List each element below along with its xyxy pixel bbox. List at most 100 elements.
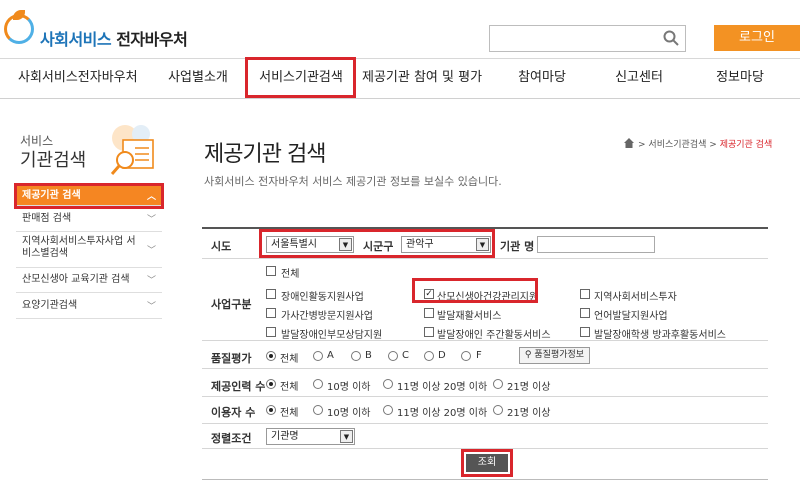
- chevron-down-icon: ﹀: [146, 214, 156, 225]
- staff-count-label: 제공인력 수: [211, 380, 266, 393]
- chevron-down-icon: ﹀: [146, 276, 156, 286]
- logo-sub-text: 전자바우처: [116, 30, 188, 49]
- submit-highlight-box: [461, 449, 513, 477]
- chevron-down-icon: ▼: [340, 430, 353, 443]
- radio-quality-all[interactable]: [266, 351, 276, 361]
- breadcrumb-sep: >: [638, 140, 646, 150]
- logo-main-text: 사회서비스: [40, 30, 112, 49]
- nav-provider-eval[interactable]: 제공기관 참여 및 평가: [362, 59, 482, 99]
- row-divider: [202, 368, 768, 369]
- biz-type-option: 발달재활서비스: [437, 311, 502, 322]
- checkbox-biz-type[interactable]: [266, 308, 276, 318]
- radio-user-11-20[interactable]: [383, 405, 393, 415]
- quality-info-button[interactable]: ⚲ 품질평가정보: [519, 347, 590, 364]
- biz-type-option: 장애인활동지원사업: [281, 292, 364, 303]
- staff-option: 11명 이상 20명 이하: [397, 382, 488, 393]
- search-input[interactable]: [489, 25, 686, 52]
- checkbox-biz-all[interactable]: [266, 266, 276, 276]
- quality-option: F: [476, 350, 482, 361]
- sido-label: 시도: [211, 240, 232, 253]
- nav-info[interactable]: 정보마당: [713, 59, 767, 99]
- quality-option: B: [365, 350, 372, 361]
- radio-staff-le10[interactable]: [313, 379, 323, 389]
- chevron-down-icon: ﹀: [146, 245, 156, 256]
- page-title: 제공기관 검색: [204, 142, 326, 167]
- radio-staff-all[interactable]: [266, 379, 276, 389]
- biz-type-option: 지역사회서비스투자: [594, 292, 677, 303]
- radio-quality-c[interactable]: [388, 351, 398, 361]
- radio-user-all[interactable]: [266, 405, 276, 415]
- user-option: 11명 이상 20명 이하: [397, 408, 488, 419]
- staff-option: 전체: [280, 382, 299, 393]
- lnb-title: 기관검색: [20, 150, 87, 171]
- chevron-down-icon: ﹀: [146, 301, 156, 312]
- user-option: 10명 이하: [327, 408, 371, 419]
- nav-report-center[interactable]: 신고센터: [612, 59, 666, 99]
- nav-voucher[interactable]: 사회서비스전자바우처: [18, 59, 138, 99]
- search-icon: ⚲: [524, 350, 532, 360]
- breadcrumb-sep: >: [709, 140, 717, 150]
- sort-value: 기관명: [271, 431, 299, 442]
- radio-staff-11-20[interactable]: [383, 379, 393, 389]
- quality-option: C: [402, 350, 409, 361]
- staff-option: 10명 이하: [327, 382, 371, 393]
- quality-info-label: 품질평가정보: [534, 350, 585, 360]
- magnifier-document-icon: [110, 125, 154, 175]
- user-count-label: 이용자 수: [211, 406, 256, 419]
- nav-highlight-box: [245, 57, 356, 98]
- checkbox-biz-type[interactable]: [580, 289, 590, 299]
- quality-option: 전체: [280, 354, 299, 365]
- checkbox-biz-type[interactable]: [266, 289, 276, 299]
- biz-type-label: 사업구분: [211, 298, 252, 311]
- biz-type-option: 발달장애인부모상담지원: [281, 330, 383, 341]
- biz-type-option: 발달장애학생 방과후활동서비스: [594, 330, 726, 341]
- main-nav: 사회서비스전자바우처 사업별소개 서비스기관검색 제공기관 참여 및 평가 참여…: [0, 59, 800, 99]
- org-name-input[interactable]: [537, 236, 655, 253]
- lnb-item-label: 산모신생아 교육기관 검색: [22, 274, 130, 285]
- region-highlight-box: [259, 229, 495, 258]
- lnb-item-care-facility[interactable]: 요양기관검색 ﹀: [16, 293, 162, 319]
- search-icon[interactable]: [663, 30, 679, 46]
- biz-all-label: 전체: [281, 269, 300, 280]
- quality-option: D: [438, 350, 446, 361]
- biz-type-option: 가사간병방문지원사업: [281, 311, 373, 322]
- lnb-item-maternity-edu[interactable]: 산모신생아 교육기관 검색 ﹀: [16, 268, 162, 293]
- lnb-item-label: 판매점 검색: [22, 213, 72, 224]
- biz-type-highlight-box: [412, 278, 538, 303]
- biz-type-option: 언어발달지원사업: [594, 311, 668, 322]
- biz-type-option: 발달장애인 주간활동서비스: [437, 330, 551, 341]
- quality-label: 품질평가: [211, 352, 252, 365]
- checkbox-biz-type[interactable]: [424, 327, 434, 337]
- row-divider: [202, 423, 768, 424]
- radio-quality-a[interactable]: [313, 351, 323, 361]
- breadcrumb: > 서비스기관검색 > 제공기관 검색: [638, 137, 772, 150]
- lnb-item-store-search[interactable]: 판매점 검색 ﹀: [16, 206, 162, 232]
- checkbox-biz-type[interactable]: [580, 327, 590, 337]
- sort-label: 정렬조건: [211, 432, 252, 445]
- nav-program-intro[interactable]: 사업별소개: [165, 59, 231, 99]
- org-name-label: 기관 명: [500, 240, 535, 253]
- radio-user-ge21[interactable]: [493, 405, 503, 415]
- checkbox-biz-type[interactable]: [580, 308, 590, 318]
- lnb-highlight-box: [14, 183, 164, 209]
- page-description: 사회서비스 전자바우처 서비스 제공기관 정보를 보실수 있습니다.: [204, 175, 502, 188]
- lnb-item-community-service[interactable]: 지역사회서비스투자사업 서비스별검색 ﹀: [16, 232, 162, 268]
- radio-quality-d[interactable]: [424, 351, 434, 361]
- nav-participation[interactable]: 참여마당: [515, 59, 569, 99]
- lnb-item-label: 요양기관검색: [22, 300, 78, 311]
- row-divider: [202, 396, 768, 397]
- breadcrumb-parent[interactable]: 서비스기관검색: [648, 140, 706, 150]
- checkbox-biz-type[interactable]: [266, 327, 276, 337]
- user-option: 21명 이상: [507, 408, 551, 419]
- site-logo[interactable]: 사회서비스 전자바우처: [40, 26, 188, 50]
- radio-staff-ge21[interactable]: [493, 379, 503, 389]
- login-button[interactable]: 로그인: [714, 25, 800, 51]
- home-icon[interactable]: [624, 138, 634, 148]
- row-divider: [202, 258, 768, 259]
- checkbox-biz-type[interactable]: [424, 308, 434, 318]
- radio-quality-b[interactable]: [351, 351, 361, 361]
- radio-user-le10[interactable]: [313, 405, 323, 415]
- quality-option: A: [327, 350, 334, 361]
- sort-select[interactable]: 기관명 ▼: [266, 428, 355, 445]
- radio-quality-f[interactable]: [461, 351, 471, 361]
